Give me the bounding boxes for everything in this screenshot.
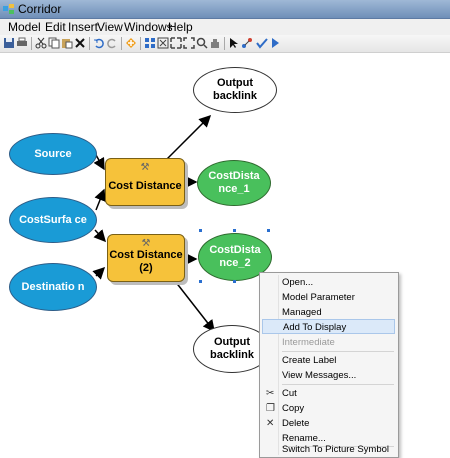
node-label: Destinatio n	[21, 280, 85, 293]
connector-destination-to-cost-distance-2	[92, 266, 106, 280]
selection-handle[interactable]	[199, 280, 202, 283]
zoom-icon[interactable]	[196, 37, 208, 49]
menu-item-cut[interactable]: ✂ Cut	[262, 386, 395, 401]
redo-icon[interactable]	[106, 37, 118, 49]
context-menu: Open... Model Parameter Managed Add To D…	[259, 272, 399, 458]
run-icon[interactable]	[269, 37, 281, 49]
node-label: Output backlink	[212, 77, 258, 102]
delete-icon[interactable]	[74, 37, 86, 49]
connector-costsurface-to-cost-distance-2	[93, 229, 107, 243]
selection-handle[interactable]	[233, 229, 236, 232]
selection-handle[interactable]	[267, 229, 270, 232]
menu-item-view-messages[interactable]: View Messages...	[262, 368, 395, 383]
menu-edit[interactable]: Edit	[45, 20, 66, 34]
menu-bar: Model Edit Insert View Windows Help	[0, 19, 450, 35]
pan-icon[interactable]	[209, 37, 221, 49]
zoom-to-fit-icon[interactable]	[183, 37, 195, 49]
tool-hammer-icon: ⚒	[141, 238, 151, 249]
menu-help[interactable]: Help	[168, 20, 193, 34]
auto-layout-icon[interactable]	[144, 37, 156, 49]
copy-icon[interactable]	[48, 37, 60, 49]
cost-distance-tool[interactable]: ⚒ Cost Distance	[105, 158, 185, 206]
node-label: CostSurfa ce	[19, 213, 87, 226]
menu-item-switch-to-picture-symbol[interactable]: Switch To Picture Symbol	[262, 442, 395, 457]
delete-icon: ✕	[266, 418, 275, 429]
connector-cost-distance-to-backlink	[164, 114, 212, 162]
toolbar	[0, 35, 450, 53]
menu-item-add-to-display[interactable]: Add To Display	[262, 319, 395, 334]
zoom-fixed-icon[interactable]	[170, 37, 182, 49]
node-label: Cost Distance (2)	[109, 249, 183, 274]
copy-icon: ❐	[266, 403, 275, 414]
print-icon[interactable]	[16, 37, 28, 49]
menu-item-label: Intermediate	[282, 337, 335, 348]
title-bar: Corridor	[0, 0, 450, 19]
menu-item-managed[interactable]: Managed	[262, 305, 395, 320]
menu-item-intermediate: Intermediate	[262, 335, 395, 350]
menu-item-label: Open...	[282, 277, 314, 288]
menu-item-label: Delete	[282, 418, 310, 429]
menu-item-label: View Messages...	[282, 370, 357, 381]
toolbar-separator	[224, 37, 225, 50]
menu-item-create-label[interactable]: Create Label	[262, 353, 395, 368]
cost-distance-1-output-node[interactable]: CostDista nce_1	[197, 160, 271, 206]
menu-item-label: Copy	[282, 403, 305, 414]
connector-costsurface-to-cost-distance	[94, 188, 106, 211]
node-label: Source	[34, 147, 72, 160]
connect-icon[interactable]	[241, 37, 253, 49]
menu-item-open[interactable]: Open...	[262, 275, 395, 290]
menu-item-label: Switch To Picture Symbol	[282, 444, 390, 455]
modelbuilder-icon	[3, 4, 14, 14]
node-label: CostDista nce_2	[209, 244, 261, 269]
node-label: CostDista nce_1	[208, 170, 260, 195]
menu-view[interactable]: View	[97, 20, 123, 34]
cost-surface-node[interactable]: CostSurfa ce	[9, 197, 97, 243]
add-data-icon[interactable]	[125, 37, 137, 49]
scissors-icon: ✂	[266, 388, 275, 399]
menu-item-label: Add To Display	[283, 322, 347, 333]
source-node[interactable]: Source	[9, 133, 97, 175]
menu-separator	[282, 351, 394, 352]
toolbar-separator	[89, 37, 90, 50]
undo-icon[interactable]	[93, 37, 105, 49]
menu-item-label: Managed	[282, 307, 322, 318]
window-title: Corridor	[18, 2, 62, 16]
menu-separator	[282, 384, 394, 385]
menu-item-label: Model Parameter	[282, 292, 355, 303]
menu-model[interactable]: Model	[8, 20, 41, 34]
menu-insert[interactable]: Insert	[68, 20, 98, 34]
output-backlink-1-node[interactable]: Output backlink	[193, 67, 277, 113]
selection-handle[interactable]	[233, 280, 236, 283]
destination-node[interactable]: Destinatio n	[9, 263, 97, 311]
node-label: Cost Distance	[108, 179, 182, 192]
select-pointer-icon[interactable]	[228, 37, 240, 49]
cost-distance-2-tool[interactable]: ⚒ Cost Distance (2)	[107, 234, 185, 282]
tool-hammer-icon: ⚒	[140, 162, 150, 173]
menu-item-delete[interactable]: ✕ Delete	[262, 416, 395, 431]
menu-item-model-parameter[interactable]: Model Parameter	[262, 290, 395, 305]
selection-handle[interactable]	[199, 229, 202, 232]
menu-windows[interactable]: Windows	[124, 20, 173, 34]
connector-cost-distance-2-to-backlink-2	[174, 280, 215, 333]
toolbar-separator	[31, 37, 32, 50]
cut-icon[interactable]	[35, 37, 47, 49]
paste-icon[interactable]	[61, 37, 73, 49]
connector-source-to-cost-distance	[93, 154, 105, 171]
validate-icon[interactable]	[256, 37, 268, 49]
toolbar-separator	[140, 37, 141, 50]
menu-item-label: Create Label	[282, 355, 337, 366]
menu-item-label: Cut	[282, 388, 297, 399]
menu-item-copy[interactable]: ❐ Copy	[262, 401, 395, 416]
save-icon[interactable]	[3, 37, 15, 49]
toolbar-separator	[121, 37, 122, 50]
full-extent-icon[interactable]	[157, 37, 169, 49]
